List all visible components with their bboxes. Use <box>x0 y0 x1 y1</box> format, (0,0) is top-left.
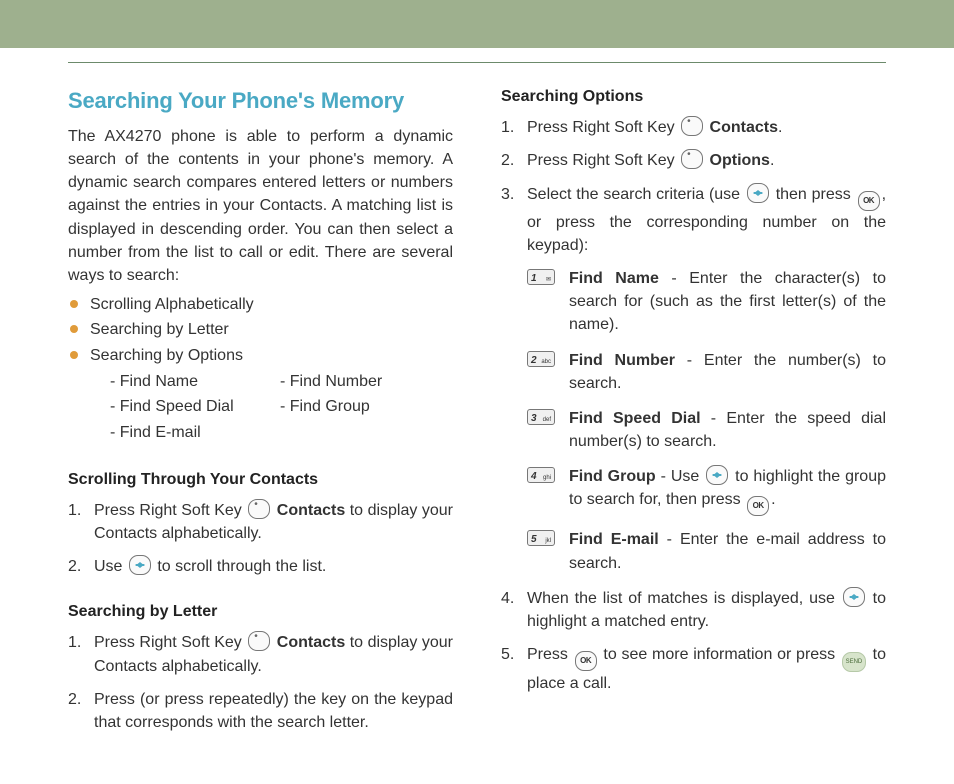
key-5-row: 5jkl Find E-mail - Enter the e-mail addr… <box>527 528 886 574</box>
nav-key-icon <box>747 183 769 203</box>
key-1-row: 1✉ Find Name - Enter the character(s) to… <box>527 267 886 337</box>
ok-key-icon: OK <box>747 496 769 516</box>
key-1-text: Find Name - Enter the character(s) to se… <box>569 267 886 337</box>
right-column: Searching Options Press Right Soft Key C… <box>501 79 886 744</box>
right-softkey-icon <box>681 149 703 169</box>
keypad-1-icon: 1✉ <box>527 269 555 285</box>
right-softkey-icon <box>681 116 703 136</box>
keypad-3-icon: 3def <box>527 409 555 425</box>
left-column: Searching Your Phone's Memory The AX4270… <box>68 79 453 744</box>
text: Press Right Soft Key <box>94 634 246 651</box>
subhead-options: Searching Options <box>501 85 886 108</box>
letter-step-2: Press (or press repeatedly) the key on t… <box>68 688 453 734</box>
text: Use <box>94 558 127 575</box>
scroll-step-1: Press Right Soft Key Contacts to display… <box>68 499 453 545</box>
bullet-letter: Searching by Letter <box>68 318 453 341</box>
subhead-scrolling: Scrolling Through Your Contacts <box>68 468 453 491</box>
text: Press Right Soft Key <box>94 502 246 519</box>
key-3-row: 3def Find Speed Dial - Enter the speed d… <box>527 407 886 453</box>
search-methods-list: Scrolling Alphabetically Searching by Le… <box>68 293 453 367</box>
keypad-2-icon: 2abc <box>527 351 555 367</box>
nav-key-icon <box>843 587 865 607</box>
key-5-text: Find E-mail - Enter the e-mail address t… <box>569 528 886 574</box>
right-softkey-icon <box>248 499 270 519</box>
text: Press Right Soft Key <box>527 119 679 136</box>
nav-key-icon <box>706 465 728 485</box>
text: Press <box>527 646 573 663</box>
options-step-5: Press OK to see more information or pres… <box>501 643 886 695</box>
text: then press <box>776 186 856 203</box>
text: to scroll through the list. <box>157 558 326 575</box>
contacts-label: Contacts <box>277 634 345 651</box>
ok-key-icon: OK <box>858 191 880 211</box>
scrolling-steps: Press Right Soft Key Contacts to display… <box>68 499 453 579</box>
opt-find-number: - Find Number <box>280 369 450 395</box>
ok-key-icon: OK <box>575 651 597 671</box>
send-key-icon: SEND <box>842 652 866 672</box>
opt-find-email: - Find E-mail <box>110 420 280 446</box>
nav-key-icon <box>129 555 151 575</box>
key-3-text: Find Speed Dial - Enter the speed dial n… <box>569 407 886 453</box>
header-band <box>0 0 954 50</box>
opt-find-speed: - Find Speed Dial <box>110 394 280 420</box>
text: Press Right Soft Key <box>527 152 679 169</box>
letter-step-1: Press Right Soft Key Contacts to display… <box>68 631 453 677</box>
contacts-label: Contacts <box>710 119 778 136</box>
options-step-2: Press Right Soft Key Options. <box>501 149 886 172</box>
text: . <box>770 152 774 169</box>
bullet-alpha: Scrolling Alphabetically <box>68 293 453 316</box>
text: . <box>778 119 782 136</box>
intro-paragraph: The AX4270 phone is able to perform a dy… <box>68 125 453 287</box>
section-title: Searching Your Phone's Memory <box>68 85 453 117</box>
byletter-steps: Press Right Soft Key Contacts to display… <box>68 631 453 734</box>
text: When the list of matches is displayed, u… <box>527 590 841 607</box>
key-4-row: 4ghi Find Group - Use to highlight the g… <box>527 465 886 516</box>
right-softkey-icon <box>248 631 270 651</box>
opt-find-name: - Find Name <box>110 369 280 395</box>
contacts-label: Contacts <box>277 502 345 519</box>
bullet-options: Searching by Options <box>68 344 453 367</box>
text: Select the search criteria (use <box>527 186 745 203</box>
options-step-3: Select the search criteria (use then pre… <box>501 183 886 257</box>
subhead-byletter: Searching by Letter <box>68 600 453 623</box>
keypad-4-icon: 4ghi <box>527 467 555 483</box>
text: to see more information or press <box>603 646 840 663</box>
find-options-grid: - Find Name - Find Number - Find Speed D… <box>68 369 453 446</box>
options-step-4: When the list of matches is displayed, u… <box>501 587 886 633</box>
options-label: Options <box>710 152 770 169</box>
opt-find-group: - Find Group <box>280 394 450 420</box>
scroll-step-2: Use to scroll through the list. <box>68 555 453 578</box>
options-step-1: Press Right Soft Key Contacts. <box>501 116 886 139</box>
key-4-text: Find Group - Use to highlight the group … <box>569 465 886 516</box>
key-2-text: Find Number - Enter the number(s) to sea… <box>569 349 886 395</box>
key-2-row: 2abc Find Number - Enter the number(s) t… <box>527 349 886 395</box>
options-steps: Press Right Soft Key Contacts. Press Rig… <box>501 116 886 257</box>
page-content: Searching Your Phone's Memory The AX4270… <box>0 63 954 784</box>
keypad-5-icon: 5jkl <box>527 530 555 546</box>
options-steps-cont: When the list of matches is displayed, u… <box>501 587 886 696</box>
